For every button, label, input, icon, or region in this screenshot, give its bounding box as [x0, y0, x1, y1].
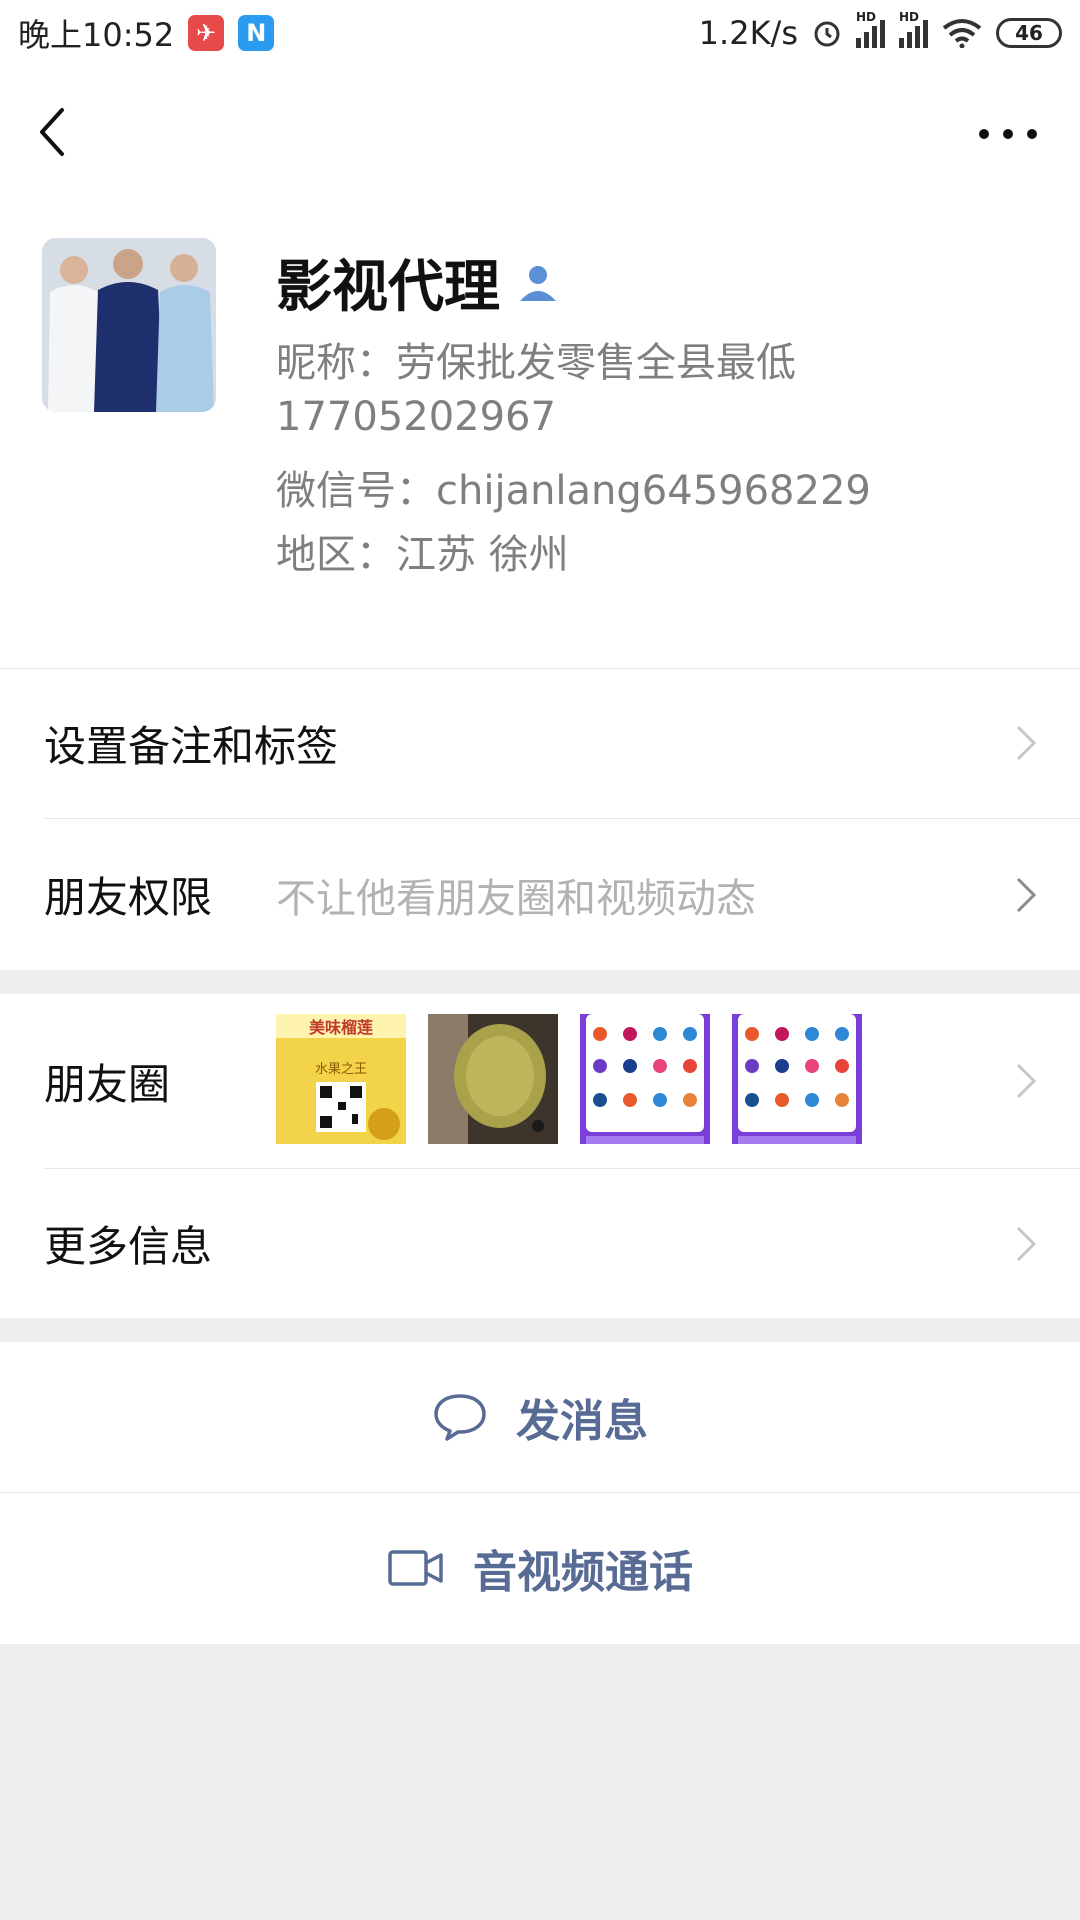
- qr-code-icon: [316, 1082, 400, 1140]
- moment-thumbnail[interactable]: 美味榴莲 水果之王: [276, 1014, 406, 1144]
- signal-icon: HD: [856, 10, 885, 48]
- app-grid-screenshot: [580, 1014, 710, 1144]
- region: 地区：江苏 徐州: [276, 532, 569, 578]
- moment-thumbnail[interactable]: [428, 1014, 558, 1144]
- video-camera-icon: [388, 1550, 443, 1586]
- moments-group: 朋友圈 美味榴莲 水果之王 更多信息: [0, 994, 1080, 1318]
- moments-row[interactable]: 朋友圈 美味榴莲 水果之王: [0, 994, 1080, 1168]
- friend-permission-row[interactable]: 朋友权限 不让他看朋友圈和视频动态: [0, 819, 1080, 970]
- send-message-button[interactable]: 发消息: [0, 1342, 1080, 1492]
- user-badge-icon: [520, 265, 556, 301]
- moments-label: 朋友圈: [44, 1059, 171, 1109]
- chevron-right-icon: [1016, 877, 1037, 912]
- app-notification-icon: ✈: [188, 15, 225, 51]
- more-dots-icon[interactable]: [976, 126, 1040, 142]
- moment-thumbnail[interactable]: [580, 1014, 710, 1144]
- send-message-label: 发消息: [516, 1396, 648, 1447]
- moments-thumbnails: 美味榴莲 水果之王: [276, 1014, 862, 1144]
- chevron-right-icon: [1016, 1063, 1037, 1099]
- settings-group: 设置备注和标签 朋友权限 不让他看朋友圈和视频动态: [0, 668, 1080, 970]
- friend-permission-label: 朋友权限: [44, 873, 213, 922]
- chevron-left-icon[interactable]: [28, 102, 78, 162]
- battery-icon: 46: [996, 18, 1062, 48]
- status-time: 晚上10:52: [18, 16, 175, 54]
- app-grid-screenshot: [732, 1014, 862, 1144]
- network-speed: 1.2K/s: [698, 14, 798, 52]
- contact-name: 影视代理: [276, 255, 500, 320]
- action-group: 发消息 音视频通话: [0, 1342, 1080, 1644]
- nickname: 昵称：劳保批发零售全县最低: [276, 340, 796, 386]
- chevron-right-icon: [1016, 725, 1037, 761]
- wifi-icon: [942, 19, 982, 48]
- hd-label: HD: [856, 10, 877, 24]
- status-bar: 晚上10:52 ✈ N 1.2K/s HD HD 46: [0, 0, 1080, 66]
- durian-photo: [428, 1014, 558, 1144]
- profile-header: 影视代理 昵称：劳保批发零售全县最低 17705202967 微信号：chija…: [0, 196, 1080, 668]
- battery-level: 46: [1015, 21, 1043, 45]
- more-info-row[interactable]: 更多信息: [0, 1169, 1080, 1318]
- hd-label: HD: [899, 10, 920, 24]
- moment-thumbnail[interactable]: [732, 1014, 862, 1144]
- remark-tags-row[interactable]: 设置备注和标签: [0, 668, 1080, 818]
- news-app-icon: N: [238, 15, 275, 51]
- video-call-button[interactable]: 音视频通话: [0, 1493, 1080, 1643]
- video-call-label: 音视频通话: [473, 1547, 693, 1598]
- more-info-label: 更多信息: [44, 1222, 213, 1271]
- phone-number[interactable]: 17705202967: [276, 394, 556, 440]
- chevron-right-icon: [1016, 1226, 1037, 1261]
- alarm-icon: [814, 21, 840, 47]
- nav-bar: [0, 66, 1080, 196]
- avatar[interactable]: [42, 238, 216, 412]
- wechat-id: 微信号：chijanlang645968229: [276, 468, 871, 514]
- friend-permission-value: 不让他看朋友圈和视频动态: [276, 875, 756, 922]
- remark-tags-label: 设置备注和标签: [44, 721, 339, 771]
- signal-icon: HD: [899, 10, 928, 48]
- chat-bubble-icon: [434, 1394, 486, 1441]
